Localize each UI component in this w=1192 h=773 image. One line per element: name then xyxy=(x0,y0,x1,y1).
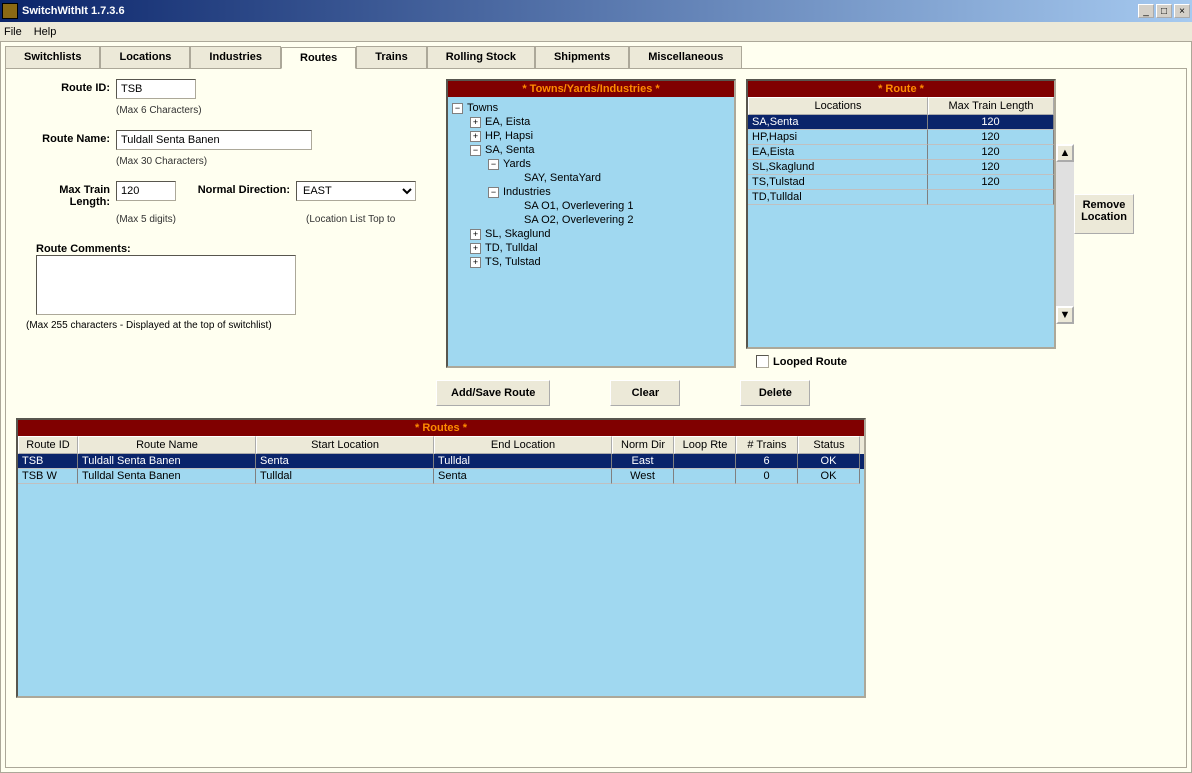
normal-dir-hint: (Location List Top to xyxy=(306,214,395,225)
window-title: SwitchWithIt 1.7.3.6 xyxy=(22,5,125,17)
route-row[interactable]: TS,Tulstad120 xyxy=(748,175,1054,190)
col-route-id[interactable]: Route ID xyxy=(18,436,78,454)
tree-root[interactable]: Towns xyxy=(467,102,498,114)
tree-toggle-icon[interactable]: + xyxy=(470,243,481,254)
comments-hint: (Max 255 characters - Displayed at the t… xyxy=(26,320,436,331)
towns-tree[interactable]: −Towns +EA, Eista +HP, Hapsi −SA, Senta … xyxy=(448,97,734,366)
tree-item[interactable]: Yards xyxy=(503,158,531,170)
max-train-label: Max Train Length: xyxy=(16,181,116,208)
route-id-input[interactable] xyxy=(116,79,196,99)
towns-panel-header: * Towns/Yards/Industries * xyxy=(448,81,734,97)
menu-help[interactable]: Help xyxy=(34,26,57,38)
clear-button[interactable]: Clear xyxy=(610,380,680,406)
tree-toggle-icon[interactable]: − xyxy=(452,103,463,114)
addsave-route-button[interactable]: Add/Save Route xyxy=(436,380,550,406)
scroll-track[interactable] xyxy=(1056,162,1074,306)
tree-toggle-icon[interactable]: + xyxy=(470,117,481,128)
maximize-button[interactable]: □ xyxy=(1156,4,1172,18)
tree-toggle-icon[interactable]: + xyxy=(470,257,481,268)
delete-button[interactable]: Delete xyxy=(740,380,810,406)
route-name-input[interactable] xyxy=(116,130,312,150)
col-loop-rte[interactable]: Loop Rte xyxy=(674,436,736,454)
route-row[interactable]: SL,Skaglund120 xyxy=(748,160,1054,175)
tree-toggle-icon[interactable]: − xyxy=(470,145,481,156)
col-end-location[interactable]: End Location xyxy=(434,436,612,454)
normal-dir-select[interactable]: EAST xyxy=(296,181,416,201)
tab-industries[interactable]: Industries xyxy=(190,46,281,68)
col-norm-dir[interactable]: Norm Dir xyxy=(612,436,674,454)
tree-item[interactable]: EA, Eista xyxy=(485,116,530,128)
tree-toggle-icon[interactable]: + xyxy=(470,131,481,142)
route-id-hint: (Max 6 Characters) xyxy=(116,105,436,116)
col-maxlen[interactable]: Max Train Length xyxy=(928,97,1054,115)
tree-item[interactable]: Industries xyxy=(503,186,551,198)
tab-trains[interactable]: Trains xyxy=(356,46,426,68)
tree-item[interactable]: TD, Tulldal xyxy=(485,242,538,254)
col-route-name[interactable]: Route Name xyxy=(78,436,256,454)
tree-toggle-icon[interactable]: − xyxy=(488,159,499,170)
routes-list-header: * Routes * xyxy=(18,420,864,436)
routes-row[interactable]: TSB W Tulldal Senta Banen Tulldal Senta … xyxy=(18,469,864,484)
tree-item[interactable]: SA O2, Overlevering 2 xyxy=(524,214,633,226)
looped-route-label: Looped Route xyxy=(773,356,847,368)
tab-routes[interactable]: Routes xyxy=(281,47,356,69)
tree-item[interactable]: SA, Senta xyxy=(485,144,535,156)
tree-toggle-icon[interactable]: + xyxy=(470,229,481,240)
tree-item[interactable]: SA O1, Overlevering 1 xyxy=(524,200,633,212)
route-grid[interactable]: Locations Max Train Length SA,Senta120 H… xyxy=(748,97,1054,347)
titlebar: SwitchWithIt 1.7.3.6 _ □ × xyxy=(0,0,1192,22)
tab-rollingstock[interactable]: Rolling Stock xyxy=(427,46,535,68)
col-locations[interactable]: Locations xyxy=(748,97,928,115)
menubar: File Help xyxy=(0,22,1192,42)
tree-item[interactable]: TS, Tulstad xyxy=(485,256,541,268)
route-panel: * Route * Locations Max Train Length SA,… xyxy=(746,79,1056,349)
route-row[interactable]: TD,Tulldal xyxy=(748,190,1054,205)
route-row[interactable]: HP,Hapsi120 xyxy=(748,130,1054,145)
app-icon xyxy=(2,3,18,19)
comments-label: Route Comments: xyxy=(16,243,436,255)
col-start-location[interactable]: Start Location xyxy=(256,436,434,454)
tab-miscellaneous[interactable]: Miscellaneous xyxy=(629,46,742,68)
minimize-button[interactable]: _ xyxy=(1138,4,1154,18)
looped-route-checkbox[interactable] xyxy=(756,355,769,368)
close-button[interactable]: × xyxy=(1174,4,1190,18)
routes-list-panel: * Routes * Route ID Route Name Start Loc… xyxy=(16,418,866,698)
tabbar: Switchlists Locations Industries Routes … xyxy=(5,46,1187,68)
route-row[interactable]: SA,Senta120 xyxy=(748,115,1054,130)
route-name-label: Route Name: xyxy=(16,130,116,145)
tree-item[interactable]: HP, Hapsi xyxy=(485,130,533,142)
routes-grid[interactable]: Route ID Route Name Start Location End L… xyxy=(18,436,864,696)
tree-item[interactable]: SL, Skaglund xyxy=(485,228,550,240)
routes-row[interactable]: TSB Tuldall Senta Banen Senta Tulldal Ea… xyxy=(18,454,864,469)
route-panel-header: * Route * xyxy=(748,81,1054,97)
tab-switchlists[interactable]: Switchlists xyxy=(5,46,100,68)
max-train-hint: (Max 5 digits) xyxy=(116,214,176,225)
remove-location-button[interactable]: Remove Location xyxy=(1074,194,1134,234)
route-row[interactable]: EA,Eista120 xyxy=(748,145,1054,160)
scroll-down-icon[interactable]: ▼ xyxy=(1056,306,1074,324)
route-form: Route ID: (Max 6 Characters) Route Name:… xyxy=(16,79,436,368)
tree-item[interactable]: SAY, SentaYard xyxy=(524,172,601,184)
col-status[interactable]: Status xyxy=(798,436,860,454)
tab-locations[interactable]: Locations xyxy=(100,46,190,68)
menu-file[interactable]: File xyxy=(4,26,22,38)
route-name-hint: (Max 30 Characters) xyxy=(116,156,436,167)
tree-toggle-icon[interactable]: − xyxy=(488,187,499,198)
towns-panel: * Towns/Yards/Industries * −Towns +EA, E… xyxy=(446,79,736,368)
comments-textarea[interactable] xyxy=(36,255,296,315)
normal-dir-label: Normal Direction: xyxy=(176,181,296,196)
col-num-trains[interactable]: # Trains xyxy=(736,436,798,454)
tab-shipments[interactable]: Shipments xyxy=(535,46,629,68)
scroll-up-icon[interactable]: ▲ xyxy=(1056,144,1074,162)
max-train-input[interactable] xyxy=(116,181,176,201)
route-id-label: Route ID: xyxy=(16,79,116,94)
